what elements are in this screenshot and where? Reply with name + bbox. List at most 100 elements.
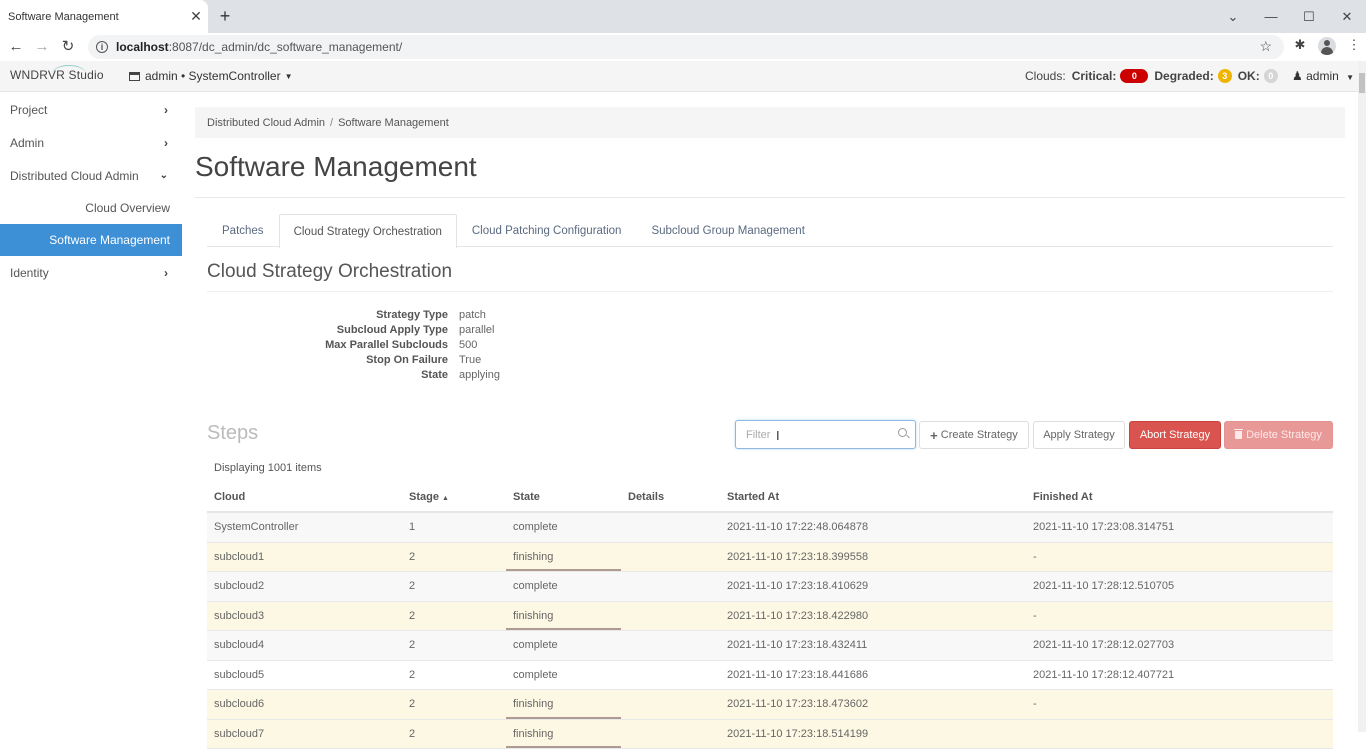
site-info-icon[interactable]: i	[96, 41, 108, 53]
table-row[interactable]: SystemController1complete2021-11-10 17:2…	[207, 513, 1333, 543]
column-header-cloud[interactable]: Cloud	[207, 491, 402, 503]
brand-logo[interactable]: WNDRVR Studio	[10, 68, 104, 82]
scrollbar-thumb[interactable]	[1359, 73, 1365, 93]
sidebar-item-project[interactable]: Project ›	[0, 93, 182, 126]
user-icon: ♟	[1292, 69, 1303, 83]
sidebar-item-identity[interactable]: Identity ›	[0, 256, 182, 289]
column-header-state[interactable]: State	[506, 483, 621, 511]
detail-row: Stateapplying	[255, 368, 500, 383]
cell-finished-at-text: 2021-11-10 17:23:08.314751	[1033, 521, 1174, 533]
table-body: SystemController1complete2021-11-10 17:2…	[207, 513, 1333, 749]
column-header-stage[interactable]: Stage▲	[402, 491, 506, 503]
cell-finished-at-text: 2021-11-10 17:28:12.510705	[1033, 580, 1174, 592]
tab-bar: Patches Cloud Strategy Orchestration Clo…	[207, 214, 1333, 247]
cell-started-at: 2021-11-10 17:22:48.064878	[720, 521, 1026, 533]
tab-search-icon[interactable]: ⌄	[1214, 9, 1252, 25]
user-menu[interactable]: ♟ admin ▼	[1292, 69, 1354, 83]
close-tab-icon[interactable]: ✕	[184, 8, 208, 25]
cell-finished-at-text: 2021-11-10 17:28:12.027703	[1033, 639, 1174, 651]
delete-strategy-button[interactable]: Delete Strategy	[1224, 421, 1333, 449]
cell-started-at-text: 2021-11-10 17:23:18.422980	[727, 610, 868, 622]
search-icon[interactable]	[898, 428, 907, 437]
new-tab-icon[interactable]: +	[214, 5, 236, 27]
plus-icon: +	[930, 428, 938, 443]
tab-cloud-strategy-orchestration[interactable]: Cloud Strategy Orchestration	[279, 214, 457, 248]
filter-placeholder: Filter	[746, 429, 770, 441]
tab-cloud-patching-configuration[interactable]: Cloud Patching Configuration	[457, 214, 637, 247]
sidebar-item-software-management[interactable]: Software Management	[0, 224, 182, 256]
cell-started-at-text: 2021-11-10 17:23:18.441686	[727, 669, 868, 681]
chevron-right-icon: ›	[164, 266, 168, 280]
clouds-label: Clouds:	[1025, 69, 1066, 83]
cell-finished-at: 2021-11-10 17:28:12.027703	[1026, 639, 1333, 651]
table-row[interactable]: subcloud42complete2021-11-10 17:23:18.43…	[207, 631, 1333, 661]
column-header-started-at[interactable]: Started At	[720, 491, 1026, 503]
tab-subcloud-group-management[interactable]: Subcloud Group Management	[636, 214, 819, 247]
progress-bar	[506, 746, 621, 748]
critical-count-badge[interactable]: 0	[1120, 69, 1148, 83]
table-header: Cloud Stage▲ State Details Started At Fi…	[207, 483, 1333, 513]
minimize-icon[interactable]: —	[1252, 9, 1290, 24]
cell-cloud: SystemController	[207, 521, 402, 533]
browser-tab[interactable]: Software Management ✕	[0, 0, 208, 33]
cell-cloud-text: subcloud4	[214, 639, 264, 651]
cell-started-at: 2021-11-10 17:23:18.410629	[720, 580, 1026, 592]
abort-strategy-button[interactable]: Abort Strategy	[1129, 421, 1221, 449]
table-row[interactable]: subcloud22complete2021-11-10 17:23:18.41…	[207, 572, 1333, 602]
detail-key: Max Parallel Subclouds	[255, 339, 448, 351]
address-bar[interactable]: i localhost:8087/dc_admin/dc_software_ma…	[88, 35, 1284, 59]
profile-avatar-icon[interactable]	[1318, 37, 1336, 55]
table-row[interactable]: subcloud12finishing2021-11-10 17:23:18.3…	[207, 543, 1333, 573]
table-row[interactable]: subcloud32finishing2021-11-10 17:23:18.4…	[207, 602, 1333, 632]
column-header-finished-at[interactable]: Finished At	[1026, 491, 1333, 503]
extensions-puzzle-icon[interactable]: ✱	[1290, 37, 1310, 57]
degraded-count-badge[interactable]: 3	[1218, 69, 1232, 83]
item-count: Displaying 1001 items	[214, 462, 322, 474]
column-header-details[interactable]: Details	[621, 491, 720, 503]
table-row[interactable]: subcloud62finishing2021-11-10 17:23:18.4…	[207, 690, 1333, 720]
detail-key: Stop On Failure	[255, 354, 448, 366]
detail-value: patch	[459, 309, 486, 321]
cell-cloud-text: subcloud6	[214, 698, 264, 710]
detail-row: Stop On FailureTrue	[255, 353, 500, 368]
cell-cloud: subcloud5	[207, 669, 402, 681]
detail-row: Subcloud Apply Typeparallel	[255, 322, 500, 337]
maximize-icon[interactable]: ☐	[1290, 9, 1328, 25]
bookmark-star-icon[interactable]: ☆	[1259, 38, 1272, 55]
degraded-label: Degraded:	[1154, 69, 1213, 83]
forward-icon[interactable]: →	[30, 35, 54, 59]
sidebar-item-admin[interactable]: Admin ›	[0, 126, 182, 159]
cell-stage: 2	[402, 639, 506, 651]
cell-cloud: subcloud3	[207, 610, 402, 622]
filter-input[interactable]: Filter I	[735, 420, 916, 449]
sidebar-item-label: Admin	[10, 136, 44, 150]
cell-state-text: finishing	[513, 698, 553, 710]
project-selector[interactable]: admin • SystemController ▼	[129, 69, 293, 83]
table-row[interactable]: subcloud72finishing2021-11-10 17:23:18.5…	[207, 720, 1333, 749]
create-strategy-button[interactable]: +Create Strategy	[919, 421, 1029, 449]
cell-finished-at: 2021-11-10 17:28:12.407721	[1026, 669, 1333, 681]
tab-patches[interactable]: Patches	[207, 214, 279, 247]
reload-icon[interactable]: ↻	[56, 35, 80, 59]
sidebar-item-cloud-overview[interactable]: Cloud Overview	[0, 192, 182, 224]
sidebar-item-label: Distributed Cloud Admin	[10, 169, 139, 183]
cell-stage-text: 1	[409, 521, 415, 533]
breadcrumb-item[interactable]: Distributed Cloud Admin	[207, 117, 325, 129]
table-row[interactable]: subcloud52complete2021-11-10 17:23:18.44…	[207, 661, 1333, 691]
progress-bar-fill	[506, 628, 621, 630]
cell-started-at-text: 2021-11-10 17:23:18.514199	[727, 728, 868, 740]
back-icon[interactable]: ←	[4, 35, 28, 59]
text-cursor-icon: I	[776, 428, 780, 443]
progress-bar-fill	[506, 717, 621, 719]
cell-finished-at: -	[1026, 610, 1333, 622]
browser-menu-icon[interactable]: ⋮	[1344, 37, 1364, 57]
chevron-right-icon: ›	[164, 103, 168, 117]
page-scrollbar[interactable]	[1358, 61, 1366, 732]
apply-strategy-button[interactable]: Apply Strategy	[1033, 421, 1125, 449]
breadcrumb-item-current: Software Management	[338, 117, 449, 129]
browser-tab-strip: Software Management ✕ + ⌄ — ☐ ✕	[0, 0, 1366, 33]
ok-count-badge[interactable]: 0	[1264, 69, 1278, 83]
cell-started-at: 2021-11-10 17:23:18.422980	[720, 610, 1026, 622]
sidebar-item-distributed-cloud-admin[interactable]: Distributed Cloud Admin ⌄	[0, 159, 182, 192]
close-window-icon[interactable]: ✕	[1328, 9, 1366, 25]
